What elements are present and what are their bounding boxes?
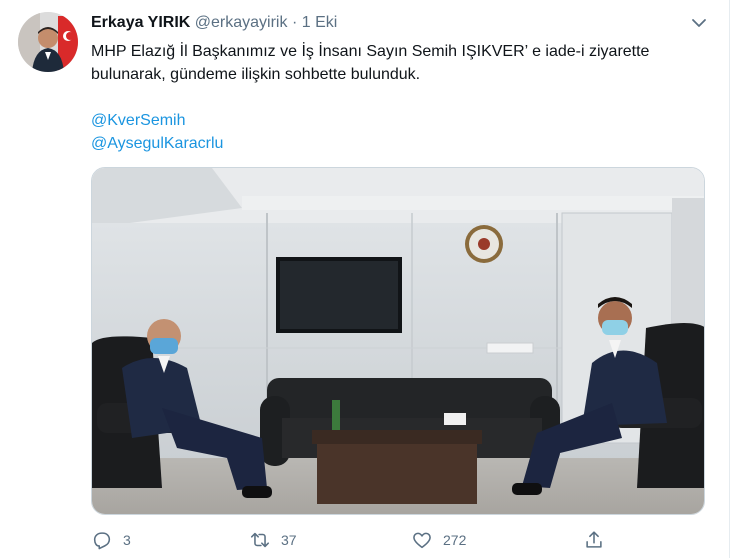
tweet-photo[interactable]	[91, 167, 705, 515]
like-button[interactable]: 272	[411, 527, 466, 553]
tweet-body: MHP Elazığ İl Başkanımız ve İş İnsanı Sa…	[91, 43, 650, 83]
avatar-image	[18, 12, 78, 72]
more-options-button[interactable]	[688, 12, 710, 34]
timestamp[interactable]: 1 Eki	[302, 14, 338, 31]
reply-button[interactable]: 3	[91, 527, 131, 553]
mention-link[interactable]: @KverSemih	[91, 109, 711, 132]
share-icon	[586, 531, 602, 548]
author-name[interactable]: Erkaya YIRIK	[91, 14, 190, 31]
tweet-text: MHP Elazığ İl Başkanımız ve İş İnsanı Sa…	[91, 40, 711, 155]
heart-icon	[413, 532, 431, 549]
author-handle[interactable]: @erkayayirik	[195, 14, 288, 31]
tweet[interactable]: Erkaya YIRIK @erkayayirik · 1 Eki MHP El…	[0, 0, 730, 558]
chevron-down-icon	[692, 19, 706, 27]
separator: ·	[291, 14, 298, 31]
tweet-actions: 3 37 272	[91, 527, 711, 553]
tweet-header: Erkaya YIRIK @erkayayirik · 1 Eki	[91, 14, 337, 32]
retweet-icon	[250, 532, 270, 548]
retweet-count: 37	[281, 532, 297, 548]
retweet-button[interactable]: 37	[249, 527, 297, 553]
reply-icon	[93, 532, 111, 550]
share-button[interactable]	[583, 527, 605, 553]
avatar[interactable]	[18, 12, 78, 72]
reply-count: 3	[123, 532, 131, 548]
photo-office-meeting	[92, 168, 704, 514]
like-count: 272	[443, 532, 467, 548]
mention-link[interactable]: @AysegulKaracrlu	[91, 132, 711, 155]
